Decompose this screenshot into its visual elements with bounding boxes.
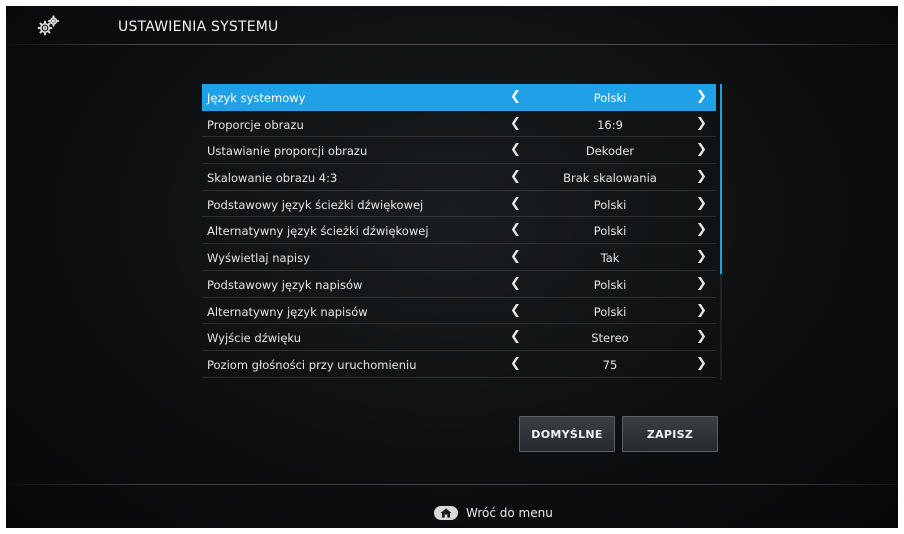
setting-label: Wyświetlaj napisy: [207, 251, 310, 266]
arrow-left-icon[interactable]: ❮: [510, 142, 521, 157]
back-to-menu-hint[interactable]: Wróć do menu: [434, 506, 553, 520]
arrow-left-icon[interactable]: ❮: [510, 222, 521, 237]
arrow-right-icon[interactable]: ❯: [696, 276, 707, 291]
back-label: Wróć do menu: [466, 506, 553, 520]
arrow-left-icon[interactable]: ❮: [510, 196, 521, 211]
tv-screen: USTAWIENIA SYSTEMU Język systemowy ❮ Pol…: [6, 6, 898, 528]
setting-row-scaling-4-3[interactable]: Skalowanie obrazu 4:3 ❮ Brak skalowania …: [202, 164, 716, 191]
setting-label: Alternatywny język ścieżki dźwiękowej: [207, 224, 429, 239]
arrow-left-icon[interactable]: ❮: [510, 276, 521, 291]
setting-label: Ustawianie proporcji obrazu: [207, 144, 368, 159]
home-icon: [440, 508, 452, 518]
setting-value: 16:9: [597, 117, 623, 132]
setting-row-startup-volume[interactable]: Poziom głośności przy uruchomieniu ❮ 75 …: [202, 351, 716, 378]
setting-label: Poziom głośności przy uruchomieniu: [207, 357, 417, 372]
home-key-icon: [434, 506, 458, 520]
setting-value: Tak: [600, 251, 620, 266]
setting-row-alternate-audio-language[interactable]: Alternatywny język ścieżki dźwiękowej ❮ …: [202, 217, 716, 245]
arrow-right-icon[interactable]: ❯: [696, 249, 707, 264]
setting-row-aspect-ratio[interactable]: Proporcje obrazu ❮ 16:9 ❯: [202, 111, 716, 138]
setting-value: Polski: [593, 277, 627, 292]
settings-list: Język systemowy ❮ Polski ❯ Proporcje obr…: [202, 84, 716, 378]
setting-value: Dekoder: [585, 144, 635, 159]
arrow-left-icon[interactable]: ❮: [510, 116, 521, 131]
arrow-right-icon[interactable]: ❯: [696, 142, 707, 157]
setting-value: Polski: [593, 91, 627, 105]
setting-label: Proporcje obrazu: [207, 117, 304, 132]
setting-row-system-language[interactable]: Język systemowy ❮ Polski ❯: [202, 84, 716, 111]
setting-label: Skalowanie obrazu 4:3: [207, 171, 338, 186]
setting-row-show-subtitles[interactable]: Wyświetlaj napisy ❮ Tak ❯: [202, 244, 716, 271]
setting-label: Alternatywny język napisów: [207, 304, 368, 319]
arrow-left-icon[interactable]: ❮: [510, 303, 521, 318]
scrollbar-thumb[interactable]: [720, 84, 722, 274]
defaults-button[interactable]: DOMYŚLNE: [519, 416, 615, 452]
setting-row-aspect-setting[interactable]: Ustawianie proporcji obrazu ❮ Dekoder ❯: [202, 137, 716, 165]
arrow-left-icon[interactable]: ❮: [510, 169, 521, 184]
arrow-right-icon[interactable]: ❯: [696, 89, 707, 104]
setting-value: Polski: [593, 224, 627, 239]
footer-divider: [6, 484, 898, 485]
header-divider: [6, 44, 898, 45]
scrollbar[interactable]: [720, 84, 722, 380]
setting-row-primary-audio-language[interactable]: Podstawowy język ścieżki dźwiękowej ❮ Po…: [202, 191, 716, 218]
arrow-right-icon[interactable]: ❯: [696, 196, 707, 211]
arrow-left-icon[interactable]: ❮: [510, 329, 521, 344]
setting-value: Brak skalowania: [563, 171, 657, 186]
setting-label: Wyjście dźwięku: [207, 331, 302, 346]
save-button[interactable]: ZAPISZ: [622, 416, 718, 452]
setting-label: Podstawowy język napisów: [207, 277, 363, 292]
arrow-right-icon[interactable]: ❯: [696, 329, 707, 344]
setting-value: Stereo: [591, 331, 629, 346]
setting-row-primary-subtitle-language[interactable]: Podstawowy język napisów ❮ Polski ❯: [202, 271, 716, 298]
setting-value: Polski: [593, 197, 627, 212]
setting-label: Język systemowy: [207, 91, 306, 105]
arrow-right-icon[interactable]: ❯: [696, 356, 707, 371]
setting-row-audio-output[interactable]: Wyjście dźwięku ❮ Stereo ❯: [202, 324, 716, 351]
arrow-left-icon[interactable]: ❮: [510, 356, 521, 371]
arrow-right-icon[interactable]: ❯: [696, 303, 707, 318]
setting-value: 75: [602, 357, 618, 372]
setting-label: Podstawowy język ścieżki dźwiękowej: [207, 197, 424, 212]
arrow-left-icon[interactable]: ❮: [510, 249, 521, 264]
header: USTAWIENIA SYSTEMU: [6, 6, 898, 44]
arrow-right-icon[interactable]: ❯: [696, 116, 707, 131]
setting-value: Polski: [593, 304, 627, 319]
arrow-right-icon[interactable]: ❯: [696, 169, 707, 184]
setting-row-alternate-subtitle-language[interactable]: Alternatywny język napisów ❮ Polski ❯: [202, 298, 716, 325]
arrow-left-icon[interactable]: ❮: [510, 89, 521, 104]
page-title: USTAWIENIA SYSTEMU: [118, 19, 279, 35]
arrow-right-icon[interactable]: ❯: [696, 222, 707, 237]
gears-icon: [37, 15, 60, 36]
